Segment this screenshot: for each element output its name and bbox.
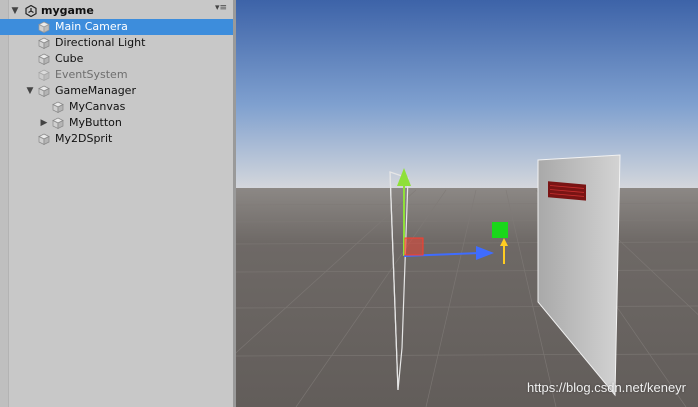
hierarchy-item-label: Cube bbox=[55, 52, 84, 65]
scene-viewport[interactable] bbox=[236, 0, 698, 407]
expand-arrow-icon[interactable]: ▼ bbox=[10, 3, 20, 19]
watermark-text: https://blog.csdn.net/keneyr bbox=[527, 380, 686, 395]
scene-view[interactable]: https://blog.csdn.net/keneyr bbox=[236, 0, 698, 407]
gameobject-cube-icon bbox=[38, 37, 50, 49]
gameobject-cube-icon bbox=[38, 53, 50, 65]
hierarchy-item-cube[interactable]: Cube bbox=[0, 51, 233, 67]
hierarchy-item-mybutton[interactable]: ▶ MyButton bbox=[0, 115, 233, 131]
hierarchy-item-eventsystem[interactable]: EventSystem bbox=[0, 67, 233, 83]
hierarchy-item-label: Main Camera bbox=[55, 20, 128, 33]
hierarchy-item-label: EventSystem bbox=[55, 68, 128, 81]
hierarchy-item-label: MyCanvas bbox=[69, 100, 126, 113]
expand-arrow-icon[interactable]: ▼ bbox=[25, 83, 35, 99]
unity-logo-icon bbox=[25, 5, 37, 17]
hierarchy-item-label: MyButton bbox=[69, 116, 122, 129]
hierarchy-item-directional-light[interactable]: Directional Light bbox=[0, 35, 233, 51]
hierarchy-item-gamemanager[interactable]: ▼ GameManager bbox=[0, 83, 233, 99]
hierarchy-item-label: GameManager bbox=[55, 84, 136, 97]
skybox bbox=[236, 0, 698, 190]
gameobject-cube-icon bbox=[38, 21, 50, 33]
hierarchy-item-main-camera[interactable]: Main Camera bbox=[0, 19, 233, 35]
hierarchy-item-label: My2DSprit bbox=[55, 132, 113, 145]
gameobject-cube-icon bbox=[38, 69, 50, 81]
hierarchy-item-my2dsprit[interactable]: My2DSprit bbox=[0, 131, 233, 147]
scene-name: mygame bbox=[41, 4, 94, 17]
hierarchy-item-mycanvas[interactable]: MyCanvas bbox=[0, 99, 233, 115]
gameobject-cube-icon bbox=[52, 117, 64, 129]
scene-root-row[interactable]: ▼ mygame bbox=[0, 3, 233, 19]
collapse-arrow-icon[interactable]: ▶ bbox=[39, 115, 49, 131]
hierarchy-item-label: Directional Light bbox=[55, 36, 146, 49]
gameobject-cube-icon bbox=[52, 101, 64, 113]
hierarchy-panel: ▾≡ ▼ mygame Main Camera Directional Ligh… bbox=[0, 0, 233, 407]
gameobject-cube-icon bbox=[38, 133, 50, 145]
gameobject-cube-icon bbox=[38, 85, 50, 97]
